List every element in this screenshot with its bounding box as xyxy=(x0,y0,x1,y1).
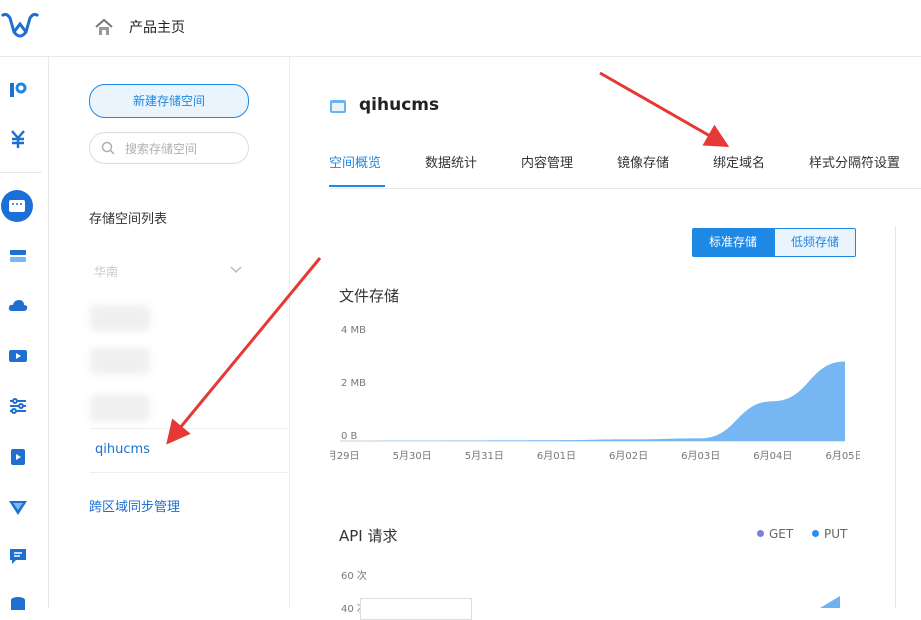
annotation-arrows xyxy=(166,71,730,445)
arrow-to-bind-domain xyxy=(599,71,730,147)
arrow-to-active-bucket xyxy=(166,257,322,445)
